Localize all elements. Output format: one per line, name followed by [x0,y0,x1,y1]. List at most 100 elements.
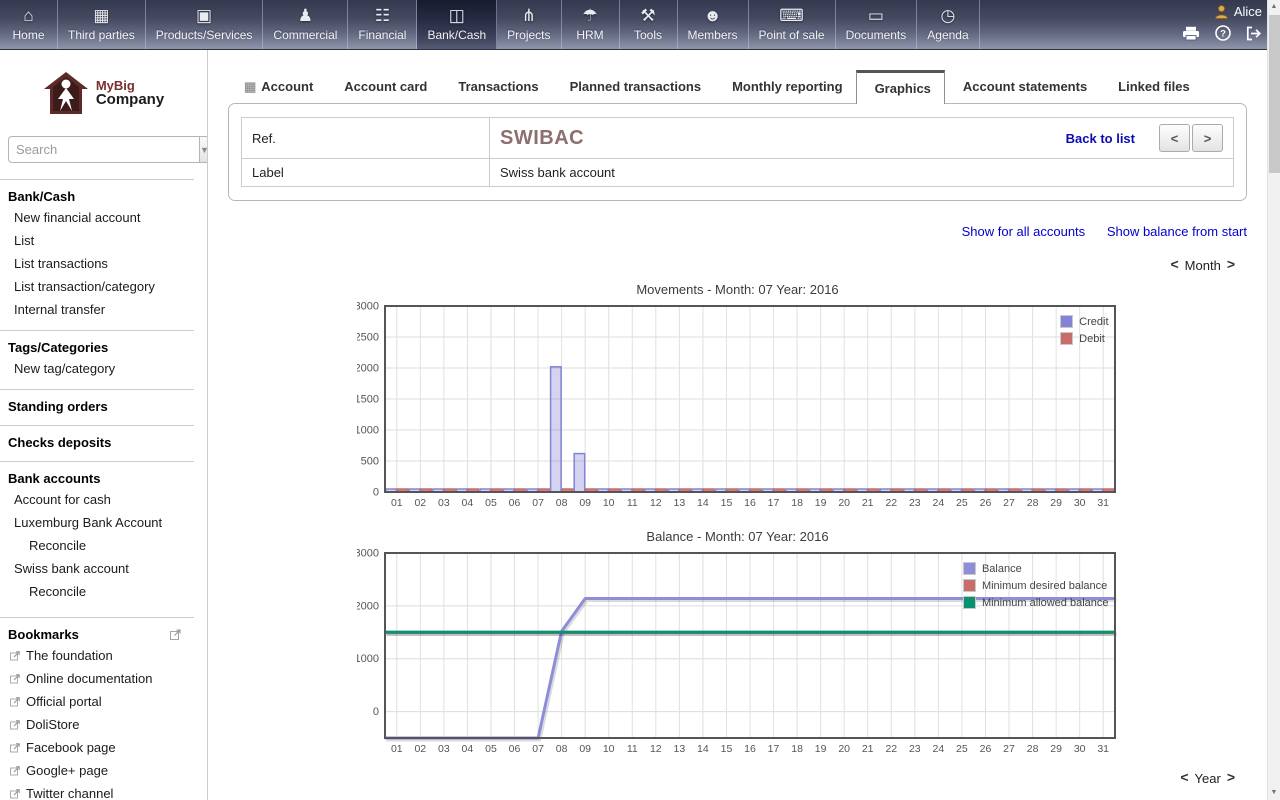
navbar-tab[interactable]: ⚒ Tools [620,0,678,49]
account-tab[interactable]: Linked files [1100,70,1203,103]
svg-text:500: 500 [360,456,378,468]
show-all-accounts-link[interactable]: Show for all accounts [962,224,1086,239]
navbar-tab[interactable]: ▣ Products/Services [146,0,264,49]
sidebar-section-standing-orders[interactable]: Standing orders [0,390,207,416]
sidebar-item[interactable]: Reconcile [0,580,207,603]
bookmark-label: Google+ page [26,763,108,778]
company-logo-icon [43,71,89,115]
svg-text:2500: 2500 [357,332,379,344]
svg-text:31: 31 [1097,497,1109,509]
navbar-tab[interactable]: ⋔ Projects [497,0,561,49]
account-tab[interactable]: Planned transactions [552,70,714,103]
navbar-tab-label: HRM [576,28,603,42]
sidebar-item[interactable]: New tag/category [0,357,207,380]
previous-month-arrow[interactable]: < [1164,256,1184,272]
svg-text:10: 10 [602,497,614,509]
navbar-tab-label: Tools [634,28,662,42]
navbar-tab[interactable]: ⌂ Home [0,0,58,49]
navbar-tab-icon: ◷ [941,5,956,26]
svg-text:19: 19 [814,497,826,509]
account-tab[interactable]: Monthly reporting [714,70,856,103]
page-scrollbar[interactable]: ▲ ▼ [1267,0,1280,800]
svg-text:1000: 1000 [357,653,379,665]
next-year-arrow[interactable]: > [1221,769,1241,785]
sidebar-item[interactable]: Account for cash [0,488,207,511]
navbar-tab[interactable]: ☻ Members [678,0,749,49]
sidebar-item[interactable]: List [0,229,207,252]
next-month-arrow[interactable]: > [1221,256,1241,272]
bookmark-item[interactable]: DoliStore [0,713,207,736]
scroll-down-arrow[interactable]: ▼ [1268,786,1280,800]
navbar-tab[interactable]: ◫ Bank/Cash [417,0,497,49]
account-tab[interactable]: Transactions [440,70,551,103]
sidebar-section-bank-accounts[interactable]: Bank accounts [0,462,207,488]
user-menu[interactable]: Alice [1214,4,1262,19]
navbar-actions: ? [1182,25,1262,41]
svg-text:12: 12 [649,497,661,509]
sidebar-section-tags[interactable]: Tags/Categories [0,331,207,357]
navbar-tab[interactable]: ☷ Financial [348,0,417,49]
search-dropdown-button[interactable]: ▼ [199,136,208,163]
sidebar-menu-bank-accounts: Account for cashLuxemburg Bank AccountRe… [0,488,207,603]
bookmark-item[interactable]: Online documentation [0,667,207,690]
add-bookmark-icon[interactable] [170,629,181,640]
svg-text:20: 20 [838,743,850,755]
navbar-tab[interactable]: ☂ HRM [562,0,620,49]
scroll-thumb[interactable] [1269,15,1280,173]
legend-label: Balance [982,563,1022,575]
label-label: Label [242,159,490,187]
bookmark-item[interactable]: Facebook page [0,736,207,759]
logout-icon[interactable] [1246,26,1262,41]
navbar-tab-icon: ☻ [704,5,722,26]
bookmark-item[interactable]: Twitter channel [0,782,207,800]
svg-text:27: 27 [1003,743,1015,755]
sidebar-section-bookmarks[interactable]: Bookmarks [0,618,207,644]
next-record-button[interactable]: > [1192,124,1223,152]
sidebar-section-checks-deposits[interactable]: Checks deposits [0,426,207,452]
navbar-tab[interactable]: ♟ Commercial [263,0,348,49]
svg-text:22: 22 [885,743,897,755]
navbar-tab[interactable]: ▭ Documents [836,0,918,49]
svg-text:21: 21 [861,497,873,509]
back-to-list-link[interactable]: Back to list [1066,131,1135,146]
account-tab[interactable]: Account card [326,70,440,103]
previous-record-button[interactable]: < [1159,124,1190,152]
svg-text:06: 06 [508,743,520,755]
sidebar-item[interactable]: Swiss bank account [0,557,207,580]
print-icon[interactable] [1182,26,1200,41]
bookmark-item[interactable]: Google+ page [0,759,207,782]
scroll-up-arrow[interactable]: ▲ [1268,0,1280,14]
sidebar-item[interactable]: New financial account [0,206,207,229]
sidebar-section-bank-cash[interactable]: Bank/Cash [0,180,207,206]
bookmark-item[interactable]: Official portal [0,690,207,713]
svg-text:?: ? [1220,28,1226,39]
search-bar: ▼ [8,136,199,163]
company-logo[interactable]: MyBig Company [0,71,207,115]
sidebar-item[interactable]: Internal transfer [0,298,207,321]
help-icon[interactable]: ? [1215,25,1231,41]
legend-item: Credit [1060,315,1108,328]
navbar-tab-icon: ⚒ [640,5,655,26]
account-tab-label: Graphics [875,81,931,96]
account-tab[interactable]: Graphics [856,70,945,104]
bookmark-label: Official portal [26,694,102,709]
show-balance-from-start-link[interactable]: Show balance from start [1107,224,1247,239]
account-tab[interactable]: ▦ Account [231,70,326,103]
svg-text:23: 23 [908,497,920,509]
bookmark-item[interactable]: The foundation [0,644,207,667]
sidebar-item[interactable]: Reconcile [0,534,207,557]
sidebar-item[interactable]: Luxemburg Bank Account [0,511,207,534]
navbar-tab[interactable]: ◷ Agenda [917,0,979,49]
navbar-tab-icon: ▦ [93,5,109,26]
year-navigation: <Year> [228,769,1247,785]
navbar-tab[interactable]: ▦ Third parties [58,0,146,49]
svg-text:13: 13 [673,497,685,509]
svg-text:28: 28 [1026,743,1038,755]
navbar-tab[interactable]: ⌨ Point of sale [749,0,836,49]
previous-year-arrow[interactable]: < [1174,769,1194,785]
search-input[interactable] [8,136,199,163]
sidebar-item[interactable]: List transaction/category [0,275,207,298]
sidebar-item[interactable]: List transactions [0,252,207,275]
account-tab[interactable]: Account statements [945,70,1100,103]
bookmark-label: The foundation [26,648,113,663]
